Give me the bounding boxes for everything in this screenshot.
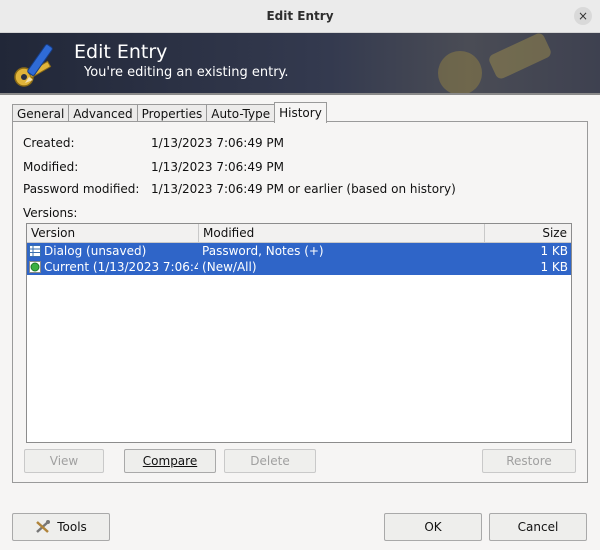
- size-cell: 1 KB: [540, 260, 568, 274]
- close-icon[interactable]: ×: [574, 7, 592, 25]
- tools-button[interactable]: Tools: [12, 513, 110, 541]
- size-cell: 1 KB: [540, 244, 568, 258]
- key-watermark-icon: [438, 33, 551, 93]
- delete-button[interactable]: Delete: [224, 449, 316, 473]
- ok-button[interactable]: OK: [384, 513, 482, 541]
- cancel-button[interactable]: Cancel: [489, 513, 587, 541]
- modified-cell: (New/All): [202, 260, 257, 274]
- password-modified-value: 1/13/2023 7:06:49 PM or earlier (based o…: [151, 182, 456, 196]
- modified-cell: Password, Notes (+): [202, 244, 324, 258]
- column-header-version[interactable]: Version: [27, 224, 199, 242]
- compare-button[interactable]: Compare: [124, 449, 216, 473]
- view-button[interactable]: View: [24, 449, 104, 473]
- version-row-current[interactable]: Current (1/13/2023 7:06:4… (New/All) 1 K…: [27, 259, 571, 275]
- green-circle-icon: [29, 261, 41, 273]
- versions-list-header: Version Modified Size: [27, 224, 571, 243]
- version-cell: Dialog (unsaved): [27, 244, 198, 258]
- created-label: Created:: [23, 136, 75, 150]
- column-header-size[interactable]: Size: [485, 224, 571, 242]
- created-value: 1/13/2023 7:06:49 PM: [151, 136, 285, 150]
- history-panel: Created: 1/13/2023 7:06:49 PM Modified: …: [12, 121, 588, 483]
- header-banner: Edit Entry You're editing an existing en…: [0, 33, 600, 93]
- banner-title: Edit Entry: [74, 41, 168, 63]
- window-title: Edit Entry: [266, 9, 334, 23]
- password-modified-label: Password modified:: [23, 182, 140, 196]
- table-icon: [29, 245, 41, 257]
- tools-label: Tools: [57, 520, 87, 534]
- restore-button[interactable]: Restore: [482, 449, 576, 473]
- version-row-dialog[interactable]: Dialog (unsaved) Password, Notes (+) 1 K…: [27, 243, 571, 259]
- edit-entry-icon: [14, 44, 53, 87]
- title-bar: Edit Entry ×: [0, 0, 600, 33]
- tools-icon: [36, 520, 51, 533]
- versions-list[interactable]: Version Modified Size Dialog (unsaved) P…: [26, 223, 572, 443]
- tab-history[interactable]: History: [274, 102, 327, 123]
- banner-subtitle: You're editing an existing entry.: [84, 65, 289, 80]
- tab-strip: General Advanced Properties Auto-Type Hi…: [12, 102, 327, 123]
- column-header-modified[interactable]: Modified: [199, 224, 485, 242]
- compare-label: Compare: [142, 454, 198, 468]
- version-cell: Current (1/13/2023 7:06:4…: [27, 260, 198, 274]
- modified-label: Modified:: [23, 160, 79, 174]
- version-name: Current (1/13/2023 7:06:4…: [44, 260, 199, 274]
- modified-value: 1/13/2023 7:06:49 PM: [151, 160, 285, 174]
- version-name: Dialog (unsaved): [44, 244, 147, 258]
- versions-label: Versions:: [23, 206, 78, 220]
- banner-divider: [0, 93, 600, 95]
